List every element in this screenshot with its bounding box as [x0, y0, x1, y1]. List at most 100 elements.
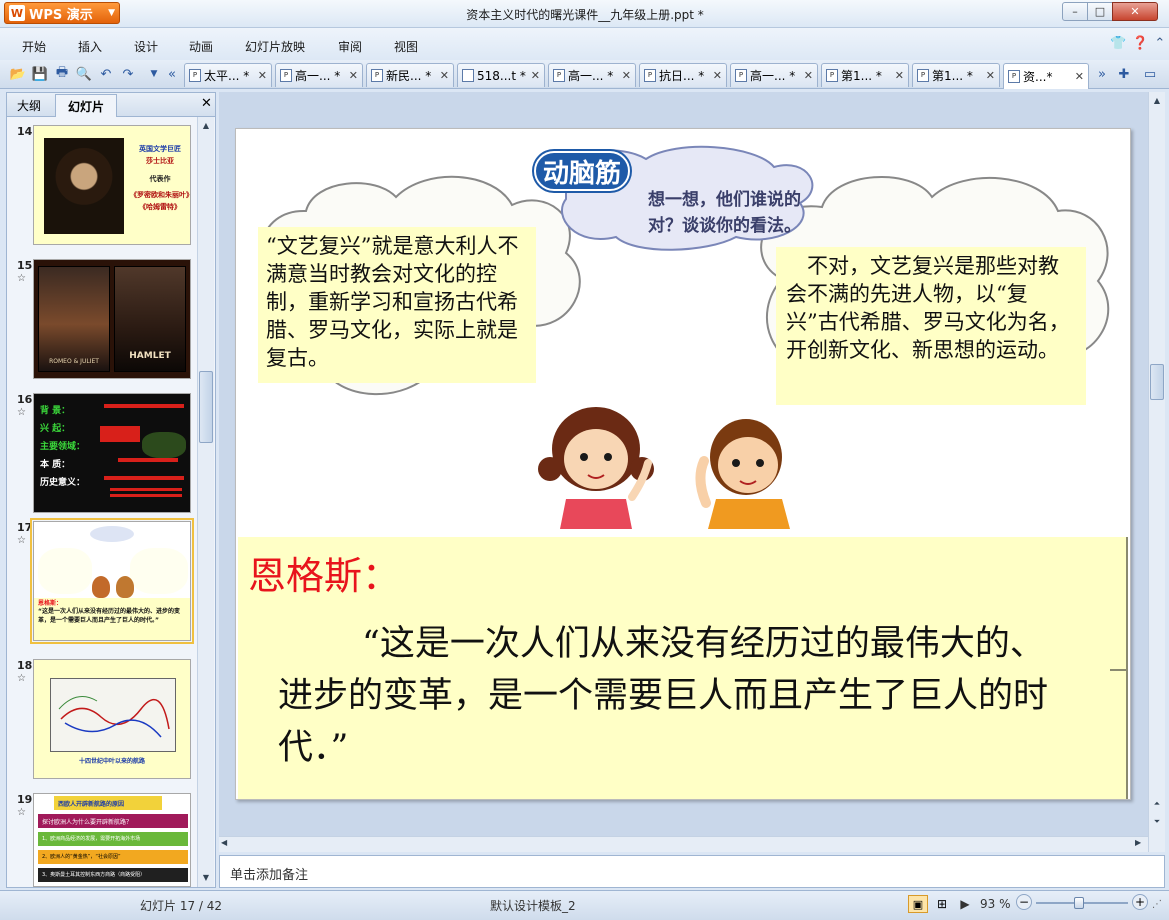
slide-thumbnail-18[interactable]: 十四世纪中叶以来的航路: [33, 659, 191, 779]
thumb-line: 西欧人开辟新航路的原因: [54, 796, 162, 810]
scroll-up-icon[interactable]: ▲: [1149, 92, 1165, 108]
slide-thumbnail-16[interactable]: 背 景： 兴 起： 主要领域： 本 质： 历史意义：: [33, 393, 191, 513]
app-menu-button[interactable]: W WPS 演示 ▼: [4, 2, 120, 24]
document-tab[interactable]: P 新民... * ✕: [366, 63, 454, 87]
menu-insert[interactable]: 插入: [78, 38, 102, 55]
scroll-left-icon[interactable]: ◀: [221, 838, 227, 847]
tab-label: 太平... *: [204, 69, 250, 83]
previous-slide-icon[interactable]: ⏶: [1149, 796, 1165, 812]
tab-close-icon[interactable]: ✕: [349, 69, 358, 82]
quote-box[interactable]: 恩格斯： “这是一次人们从来没有经历过的最伟大的、进步的变革，是一个需要巨人而且…: [238, 537, 1128, 799]
tab-close-icon[interactable]: ✕: [713, 69, 722, 82]
thumb-redline: [110, 488, 182, 491]
save-icon[interactable]: 💾: [32, 66, 48, 82]
slideshow-icon[interactable]: ▶: [955, 895, 975, 913]
customize-toolbar-icon[interactable]: ▼: [146, 66, 162, 82]
thumb-cloud: [38, 548, 92, 594]
panel-close-icon[interactable]: ✕: [201, 96, 212, 111]
window-title: 资本主义时代的曙光课件__九年级上册.ppt *: [466, 8, 704, 22]
tab-scroll-left-icon[interactable]: «: [164, 66, 180, 82]
slide-thumbnail-17[interactable]: 恩格斯： “这是一次人们从来没有经历过的最伟大的、进步的变革，是一个需要巨人而且…: [30, 518, 194, 644]
menu-animation[interactable]: 动画: [189, 38, 213, 55]
slide-thumbnail-14[interactable]: 英国文学巨匠 莎士比亚 代表作 《罗密欧和朱丽叶》 《哈姆雷特》: [33, 125, 191, 245]
panel-scrollbar[interactable]: ▲ ▼: [197, 117, 214, 887]
document-tab[interactable]: P 高一... * ✕: [548, 63, 636, 87]
zoom-out-button[interactable]: −: [1016, 894, 1032, 910]
open-folder-icon[interactable]: 📂: [10, 66, 26, 82]
tab-close-icon[interactable]: ✕: [440, 69, 449, 82]
left-opinion-textbox[interactable]: “文艺复兴”就是意大利人不满意当时教会对文化的控制，重新学习和宣扬古代希腊、罗马…: [258, 227, 536, 383]
document-tab[interactable]: P 高一... * ✕: [275, 63, 363, 87]
document-tab[interactable]: P 第1... * ✕: [912, 63, 1000, 87]
tab-slides[interactable]: 幻灯片: [55, 94, 117, 117]
tab-outline[interactable]: 大纲: [17, 97, 41, 114]
document-tab[interactable]: P 高一... * ✕: [730, 63, 818, 87]
minimize-button[interactable]: –: [1062, 2, 1088, 21]
thumb-line: 本 质：: [40, 460, 71, 470]
animation-star-icon: ☆: [17, 673, 26, 684]
shakespeare-portrait: [44, 138, 124, 234]
tab-close-icon[interactable]: ✕: [622, 69, 631, 82]
menu-design[interactable]: 设计: [134, 38, 158, 55]
resize-grip-icon[interactable]: ⋰: [1152, 899, 1162, 910]
scroll-thumb[interactable]: [1150, 364, 1164, 400]
question-prompt: 想一想，他们谁说的对？谈谈你的看法。: [648, 190, 801, 237]
scroll-right-icon[interactable]: ▶: [1135, 838, 1141, 847]
zoom-in-button[interactable]: +: [1132, 894, 1148, 910]
thumb-redline: [110, 494, 182, 497]
ppt-file-icon: P: [371, 69, 383, 82]
tab-close-icon[interactable]: ✕: [986, 69, 995, 82]
tab-scroll-right-icon[interactable]: »: [1094, 66, 1110, 82]
right-opinion-textbox[interactable]: 不对，文艺复兴是那些对教会不满的先进人物，以“复兴”古代希腊、罗马文化为名，开创…: [776, 247, 1086, 405]
next-slide-icon[interactable]: ⏷: [1149, 814, 1165, 830]
menu-home[interactable]: 开始: [22, 38, 46, 55]
slide-sorter-icon[interactable]: ⊞: [932, 895, 952, 913]
thumb-redline: [100, 426, 140, 442]
scroll-up-icon[interactable]: ▲: [198, 117, 214, 133]
zoom-slider-thumb[interactable]: [1073, 897, 1084, 909]
tab-close-icon[interactable]: ✕: [1075, 70, 1084, 83]
animation-star-icon: ☆: [17, 807, 26, 818]
slide-thumbnail-15[interactable]: ROMEO & JULIET HAMLET: [33, 259, 191, 379]
document-tab[interactable]: P 第1... * ✕: [821, 63, 909, 87]
thumb-line: 《罗密欧和朱丽叶》: [130, 190, 191, 199]
print-icon[interactable]: 🖶: [54, 65, 70, 82]
thumb-line: 主要领域：: [40, 442, 86, 452]
collapse-ribbon-icon[interactable]: ⌃: [1154, 36, 1165, 51]
tab-label: 资...*: [1023, 70, 1053, 84]
skin-icon[interactable]: 👕: [1110, 36, 1126, 51]
undo-icon[interactable]: ↶: [98, 66, 114, 82]
slide-thumbnail-19[interactable]: 西欧人开辟新航路的原因 探讨欧洲人为什么要开辟新航路？ 1、欧洲商品经济的发展，…: [33, 793, 191, 887]
current-slide[interactable]: 动脑筋 想一想，他们谁说的对？谈谈你的看法。 “文艺复兴”就是意大利人不满意当时…: [235, 128, 1131, 800]
menu-slideshow[interactable]: 幻灯片放映: [245, 38, 305, 55]
document-tab[interactable]: P 抗日... * ✕: [639, 63, 727, 87]
menu-view[interactable]: 视图: [394, 38, 418, 55]
ppt-file-icon: P: [280, 69, 292, 82]
document-tab[interactable]: P 太平... * ✕: [184, 63, 272, 87]
close-window-button[interactable]: ✕: [1112, 2, 1158, 21]
new-tab-icon[interactable]: ✚: [1116, 66, 1132, 82]
redo-icon[interactable]: ↷: [120, 66, 136, 82]
scroll-thumb[interactable]: [199, 371, 213, 443]
scroll-down-icon[interactable]: ▼: [198, 869, 214, 885]
main-horizontal-scrollbar[interactable]: ◀ ▶: [219, 836, 1148, 852]
resize-handle[interactable]: [1110, 669, 1128, 671]
tab-close-icon[interactable]: ✕: [531, 69, 540, 82]
thumb-line: 3、奥斯曼土耳其控制东西方商路（商路受阻）: [38, 868, 188, 882]
tab-list-icon[interactable]: ▭: [1142, 66, 1158, 82]
ppt-file-icon: P: [917, 69, 929, 82]
help-icon[interactable]: ❓: [1132, 36, 1148, 51]
tab-close-icon[interactable]: ✕: [804, 69, 813, 82]
normal-view-icon[interactable]: ▣: [908, 895, 928, 913]
slide-number: 19: [17, 793, 33, 806]
main-vertical-scrollbar[interactable]: ▲ ⏶ ⏷: [1148, 92, 1165, 852]
print-preview-icon[interactable]: 🔍: [76, 66, 92, 82]
animation-star-icon: ☆: [17, 535, 26, 546]
document-tab[interactable]: 518...t * ✕: [457, 63, 545, 87]
tab-close-icon[interactable]: ✕: [258, 69, 267, 82]
menu-review[interactable]: 审阅: [338, 38, 362, 55]
notes-pane[interactable]: 单击添加备注: [219, 855, 1165, 888]
maximize-button[interactable]: □: [1087, 2, 1113, 21]
document-tab-active[interactable]: P 资...* ✕: [1003, 63, 1089, 89]
tab-close-icon[interactable]: ✕: [895, 69, 904, 82]
